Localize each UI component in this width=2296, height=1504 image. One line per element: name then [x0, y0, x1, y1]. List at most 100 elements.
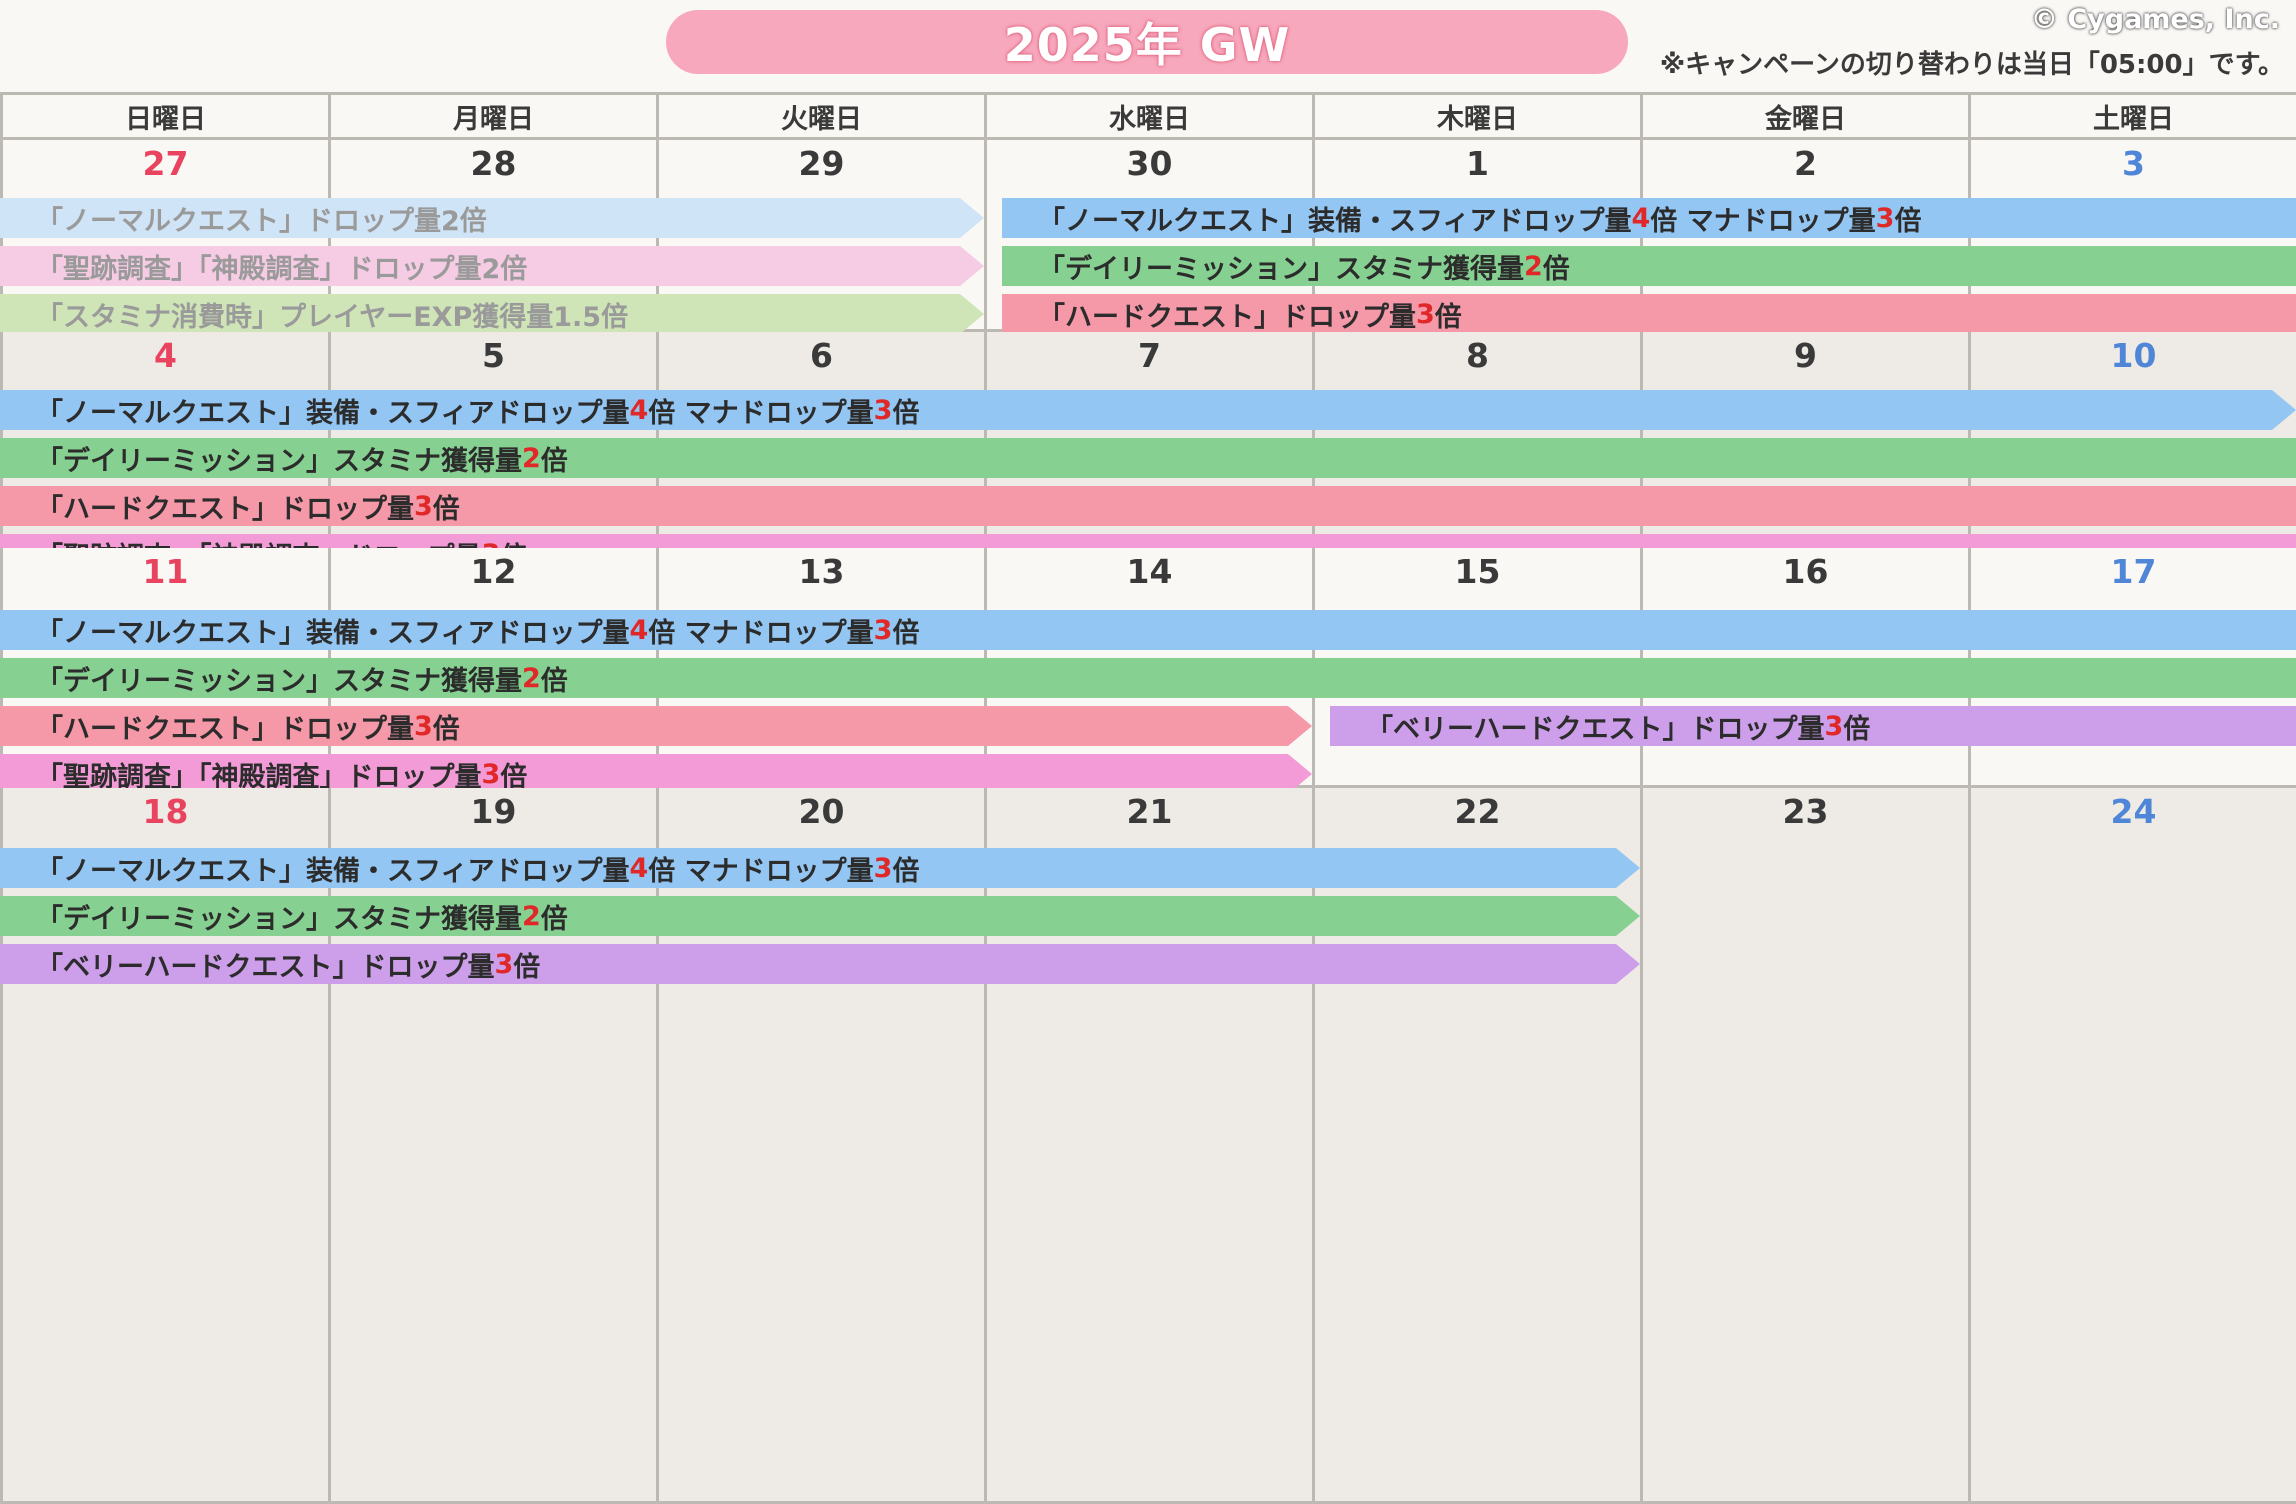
event-multiplier: 4	[629, 614, 649, 646]
day-number: 13	[798, 552, 845, 591]
campaign-event-bar[interactable]: 「ノーマルクエスト」装備・スフィアドロップ量 4 倍 マナドロップ量 3 倍	[1002, 198, 2296, 238]
event-label-suffix: 倍	[1894, 205, 1922, 237]
day-number: 11	[142, 552, 189, 591]
weekday-label: 金曜日	[1640, 95, 1968, 137]
day-number: 14	[1126, 552, 1173, 591]
day-number: 27	[142, 144, 189, 183]
event-label-suffix: 倍 マナドロップ量	[648, 617, 874, 649]
event-label-suffix: 倍	[540, 445, 568, 477]
day-cell[interactable]: 22	[1312, 788, 1640, 1501]
day-number: 21	[1126, 792, 1173, 831]
event-label: 「ノーマルクエスト」ドロップ量2倍	[36, 205, 487, 237]
event-multiplier: 3	[494, 948, 514, 980]
switch-time-note: ※キャンペーンの切り替わりは当日「05:00」です。	[1659, 50, 2284, 80]
weekday-label: 火曜日	[656, 95, 984, 137]
day-number: 9	[1794, 336, 1817, 375]
day-cell[interactable]: 24	[1968, 788, 2296, 1501]
campaign-event-bar[interactable]: 「ベリーハードクエスト」ドロップ量 3 倍	[1330, 706, 2296, 746]
event-label: 「ベリーハードクエスト」ドロップ量	[36, 951, 495, 983]
event-multiplier: 3	[873, 394, 893, 426]
event-label-suffix: 倍 マナドロップ量	[648, 855, 874, 887]
calendar-week: 18 19 20 21 22 23 24 「ノーマルクエスト」装備・スフィアドロップ量 4 倍 マ…	[0, 788, 2296, 1504]
event-label: 「デイリーミッション」スタミナ獲得量	[36, 903, 522, 935]
campaign-event-bar[interactable]: 「ノーマルクエスト」装備・スフィアドロップ量 4 倍 マナドロップ量 3 倍	[0, 610, 2296, 650]
event-label-suffix: 倍	[432, 713, 460, 745]
day-number: 17	[2110, 552, 2157, 591]
calendar-week: 27 28 29 30 1 2 3 「ノーマルクエスト」ドロップ量2倍 「ノーマルクエスト」装備…	[0, 140, 2296, 478]
weekday-label: 木曜日	[1312, 95, 1640, 137]
day-number: 20	[798, 792, 845, 831]
weekday-label: 月曜日	[328, 95, 656, 137]
event-label-suffix: 倍 マナドロップ量	[648, 397, 874, 429]
event-multiplier: 3	[414, 490, 433, 522]
day-number: 4	[154, 336, 177, 375]
day-number: 7	[1138, 336, 1161, 375]
day-number: 6	[810, 336, 833, 375]
event-multiplier: 3	[414, 710, 433, 742]
event-label-suffix: 倍	[1843, 713, 1871, 745]
copyright: © Cygames, Inc.	[2030, 4, 2280, 35]
title-banner: 2025年 GW	[666, 10, 1628, 74]
event-multiplier: 2	[522, 442, 541, 474]
day-number: 22	[1454, 792, 1501, 831]
event-label-suffix: 倍	[1542, 253, 1570, 285]
campaign-event-bar[interactable]: 「スタミナ消費時」プレイヤーEXP獲得量1.5倍	[0, 294, 984, 334]
day-number: 16	[1782, 552, 1829, 591]
event-label-suffix: 倍	[892, 397, 920, 429]
campaign-event-bar[interactable]: 「デイリーミッション」スタミナ獲得量 2 倍	[0, 896, 1640, 936]
campaign-event-bar[interactable]: 「ハードクエスト」ドロップ量 3 倍	[0, 706, 1312, 746]
campaign-event-bar[interactable]: 「デイリーミッション」スタミナ獲得量 2 倍	[1002, 246, 2296, 286]
event-label: 「デイリーミッション」スタミナ獲得量	[36, 665, 522, 697]
event-multiplier: 3	[1416, 298, 1435, 330]
day-number: 12	[470, 552, 517, 591]
day-number: 15	[1454, 552, 1501, 591]
calendar-grid: 日曜日 月曜日 火曜日 水曜日 木曜日 金曜日 土曜日 27 28 29 30 1 2 3 「ノーマルクエ…	[0, 92, 2296, 1504]
event-multiplier: 4	[629, 394, 649, 426]
campaign-event-bar[interactable]: 「ハードクエスト」ドロップ量 3 倍	[1002, 294, 2296, 334]
weekday-label: 土曜日	[1968, 95, 2296, 137]
page-title: 2025年 GW	[1003, 18, 1291, 72]
day-cell[interactable]: 20	[656, 788, 984, 1501]
event-label-suffix: 倍	[540, 665, 568, 697]
day-cell[interactable]: 23	[1640, 788, 1968, 1501]
event-multiplier: 3	[1875, 202, 1895, 234]
event-multiplier: 3	[481, 758, 501, 790]
day-number: 29	[798, 144, 845, 183]
campaign-event-bar[interactable]: 「ノーマルクエスト」装備・スフィアドロップ量 4 倍 マナドロップ量 3 倍	[0, 848, 1640, 888]
event-label: 「聖跡調査」「神殿調査」ドロップ量2倍	[36, 253, 528, 285]
day-number: 23	[1782, 792, 1829, 831]
campaign-event-bar[interactable]: 「ベリーハードクエスト」ドロップ量 3 倍	[0, 944, 1640, 984]
event-multiplier: 2	[1524, 250, 1543, 282]
event-label: 「ハードクエスト」ドロップ量	[36, 713, 414, 745]
event-label: 「ノーマルクエスト」装備・スフィアドロップ量	[36, 855, 630, 887]
event-label: 「デイリーミッション」スタミナ獲得量	[36, 445, 522, 477]
campaign-event-bar[interactable]: 「ノーマルクエスト」装備・スフィアドロップ量 4 倍 マナドロップ量 3 倍	[0, 390, 2296, 430]
day-number: 10	[2110, 336, 2157, 375]
campaign-event-bar[interactable]: 「ハードクエスト」ドロップ量 3 倍	[0, 486, 2296, 526]
event-multiplier: 4	[1631, 202, 1651, 234]
event-label-suffix: 倍	[892, 617, 920, 649]
event-label: 「スタミナ消費時」プレイヤーEXP獲得量1.5倍	[36, 301, 629, 333]
campaign-event-bar[interactable]: 「ノーマルクエスト」ドロップ量2倍	[0, 198, 984, 238]
weekday-header-row: 日曜日 月曜日 火曜日 水曜日 木曜日 金曜日 土曜日	[0, 92, 2296, 140]
event-label-suffix: 倍 マナドロップ量	[1650, 205, 1876, 237]
day-number: 28	[470, 144, 517, 183]
event-label: 「ベリーハードクエスト」ドロップ量	[1366, 713, 1825, 745]
header: 2025年 GW © Cygames, Inc. ※キャンペーンの切り替わりは当…	[0, 0, 2296, 92]
event-label: 「デイリーミッション」スタミナ獲得量	[1038, 253, 1524, 285]
event-multiplier: 4	[629, 852, 649, 884]
campaign-event-bar[interactable]: 「聖跡調査」「神殿調査」ドロップ量2倍	[0, 246, 984, 286]
day-cell[interactable]: 18	[0, 788, 328, 1501]
day-cell[interactable]: 21	[984, 788, 1312, 1501]
campaign-event-bar[interactable]: 「デイリーミッション」スタミナ獲得量 2 倍	[0, 658, 2296, 698]
weekday-label: 日曜日	[0, 95, 328, 137]
event-multiplier: 3	[1824, 710, 1844, 742]
event-multiplier: 3	[873, 852, 893, 884]
event-label-suffix: 倍	[540, 903, 568, 935]
day-number: 1	[1466, 144, 1489, 183]
campaign-event-bar[interactable]: 「デイリーミッション」スタミナ獲得量 2 倍	[0, 438, 2296, 478]
event-multiplier: 2	[522, 900, 541, 932]
day-cell[interactable]: 19	[328, 788, 656, 1501]
event-multiplier: 2	[522, 662, 541, 694]
day-number: 5	[482, 336, 505, 375]
